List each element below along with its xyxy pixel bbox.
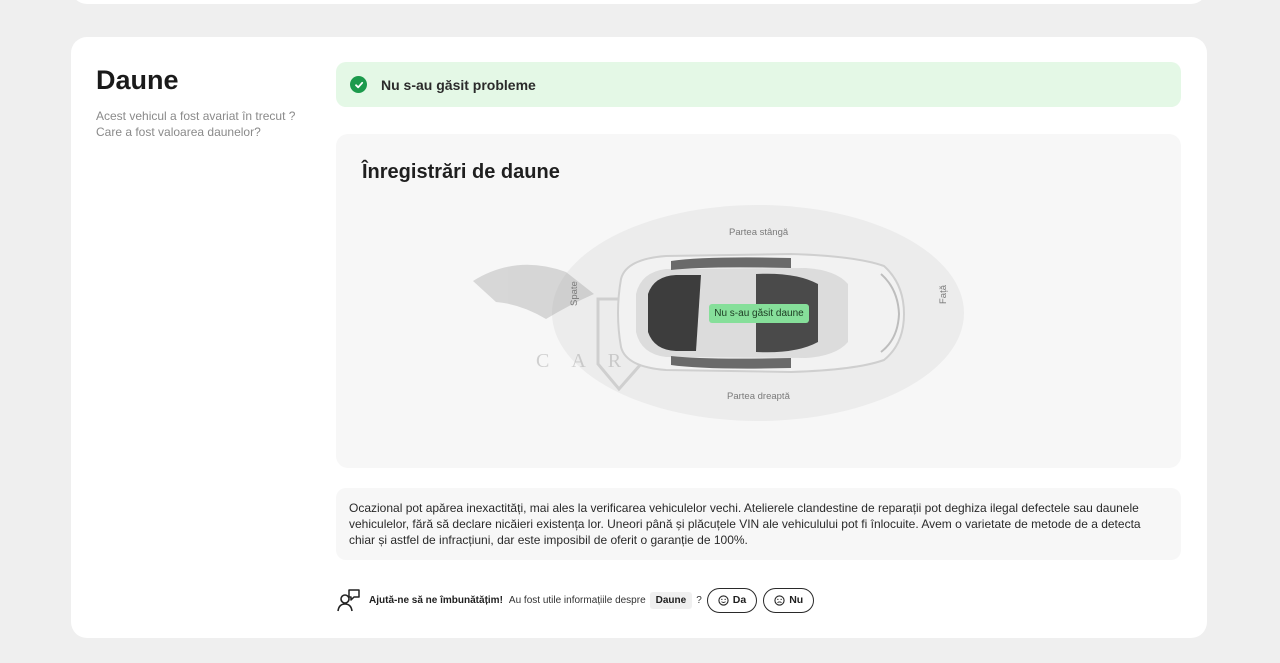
feedback-question: Au fost utile informațiile despre (508, 594, 646, 606)
section-title: Daune (96, 65, 179, 95)
feedback-bar: Ajută-ne să ne îmbunătățim! Au fost util… (337, 586, 820, 614)
no-damage-badge: Nu s-au găsit daune (709, 304, 809, 323)
status-banner: Nu s-au găsit probleme (336, 62, 1181, 107)
section-subtitle: Acest vehicul a fost avariat în trecut ?… (96, 109, 296, 139)
feedback-no-button[interactable]: Nu (763, 587, 815, 613)
feedback-topic-tag: Daune (649, 591, 693, 609)
disclaimer-text: Ocazional pot apărea inexactități, mai a… (336, 488, 1181, 560)
previous-section-card (71, 0, 1207, 4)
smile-icon (718, 594, 729, 606)
car-damage-diagram: CARSBAT (473, 205, 964, 421)
feedback-person-icon (337, 589, 360, 612)
feedback-yes-button[interactable]: Da (706, 587, 758, 613)
damage-section-card: Daune Acest vehicul a fost avariat în tr… (71, 37, 1207, 638)
status-text: Nu s-au găsit probleme (381, 76, 536, 93)
frown-icon (774, 594, 785, 606)
damage-records-panel: Înregistrări de daune CARSBAT (336, 134, 1181, 468)
no-label: Nu (789, 594, 804, 606)
label-front: Față (938, 284, 949, 304)
feedback-prompt: Ajută-ne să ne îmbunătățim! (369, 594, 503, 606)
label-left-side: Partea stângă (729, 227, 789, 238)
check-circle-icon (350, 76, 367, 93)
yes-label: Da (732, 594, 747, 606)
feedback-question-mark: ? (696, 594, 702, 606)
label-back: Spate (569, 281, 580, 306)
label-right-side: Partea dreaptă (727, 391, 790, 402)
